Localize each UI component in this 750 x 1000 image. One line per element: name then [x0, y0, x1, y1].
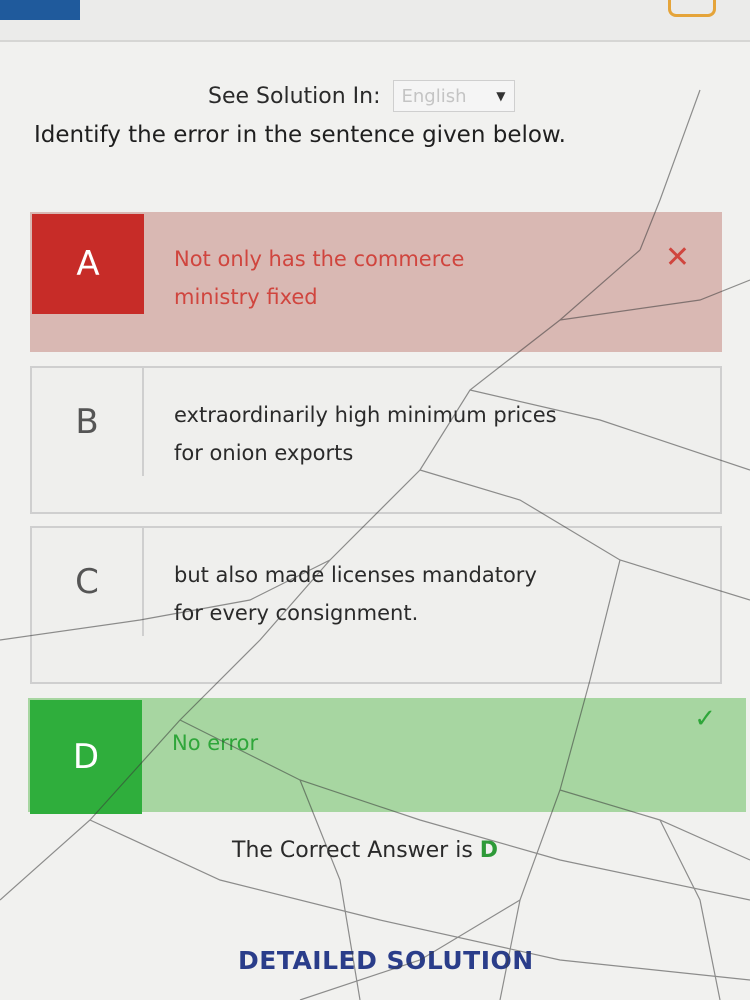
- option-c[interactable]: C but also made licenses mandatory for e…: [30, 526, 722, 684]
- detailed-solution-button[interactable]: DETAILED SOLUTION: [238, 946, 534, 975]
- option-letter: A: [32, 214, 144, 314]
- option-text-line: Not only has the commerce: [174, 247, 465, 271]
- check-icon: ✓: [694, 704, 716, 734]
- option-text-line: extraordinarily high minimum prices: [174, 403, 557, 427]
- correct-answer-prefix: The Correct Answer is: [232, 838, 473, 863]
- nav-tab[interactable]: [0, 0, 80, 20]
- option-b[interactable]: B extraordinarily high minimum prices fo…: [30, 366, 722, 514]
- option-d[interactable]: D No error ✓: [28, 698, 746, 814]
- option-letter: D: [30, 700, 142, 814]
- option-text-line: for onion exports: [174, 441, 354, 465]
- correct-answer: The Correct Answer is D: [232, 838, 498, 863]
- option-letter: B: [32, 368, 144, 476]
- option-letter: C: [32, 528, 144, 636]
- chevron-down-icon: ▼: [496, 89, 506, 103]
- correct-answer-letter: D: [479, 838, 499, 863]
- language-row: See Solution In: English ▼: [208, 78, 515, 114]
- top-bar: [0, 0, 750, 42]
- option-text: extraordinarily high minimum prices for …: [174, 396, 674, 472]
- option-text-line: for every consignment.: [174, 601, 419, 625]
- info-icon[interactable]: [668, 0, 716, 17]
- option-a[interactable]: A Not only has the commerce ministry fix…: [30, 212, 722, 352]
- question-text: Identify the error in the sentence given…: [34, 122, 566, 148]
- option-text: but also made licenses mandatory for eve…: [174, 556, 674, 632]
- language-selected: English: [401, 85, 467, 107]
- option-text-line: No error: [172, 731, 259, 755]
- cross-icon: ✕: [664, 240, 690, 275]
- option-text-line: but also made licenses mandatory: [174, 563, 537, 587]
- option-text: Not only has the commerce ministry fixed: [174, 240, 674, 316]
- option-text-line: ministry fixed: [174, 285, 318, 309]
- language-select[interactable]: English ▼: [392, 80, 515, 112]
- option-text: No error: [172, 724, 672, 762]
- language-label: See Solution In:: [208, 83, 381, 109]
